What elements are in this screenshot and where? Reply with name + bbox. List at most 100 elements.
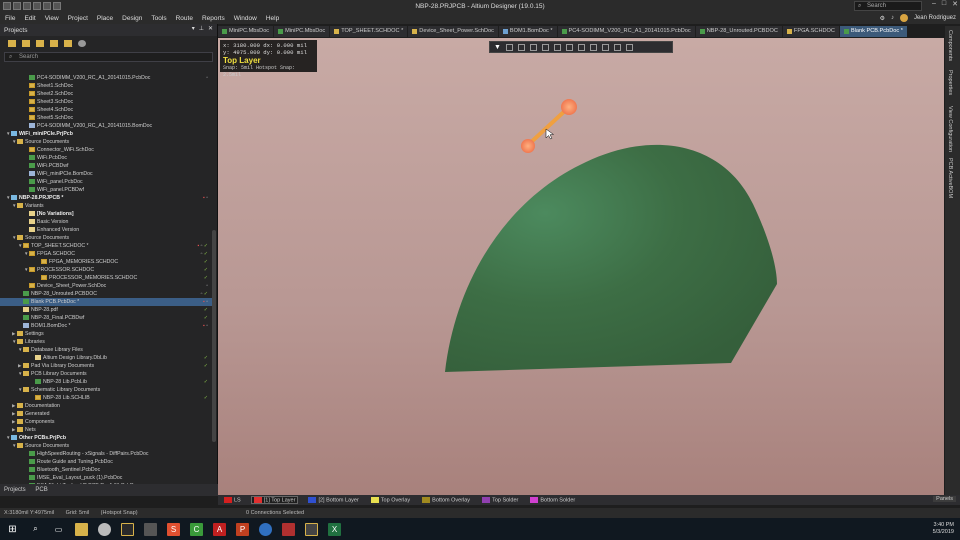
bell-icon[interactable]: ♪ (891, 15, 894, 21)
pcb-3d-view[interactable]: x: 3180.000 dx: 0.000 mil y: 4975.000 dy… (218, 38, 944, 495)
tree-item[interactable]: Route Guide and Tuning.PcbDoc (0, 458, 212, 466)
tree-item[interactable]: Basic Version (0, 218, 212, 226)
tree-item[interactable]: WiFi_miniPCIe.BomDoc (0, 170, 212, 178)
system-clock[interactable]: 3:40 PM 5/3/2019 (933, 522, 954, 536)
redo-icon[interactable] (53, 2, 61, 10)
tree-item[interactable]: ▶ Documentation (0, 402, 212, 410)
panel-tab-pcb[interactable]: PCB (35, 487, 47, 493)
tree-item[interactable]: PC4-SODIMM_V200_RC_A1_20141015.PcbDoc ▫ (0, 74, 212, 82)
tree-item[interactable]: ▶ Settings (0, 330, 212, 338)
tree-item[interactable]: ▼ Source Documents (0, 442, 212, 450)
layer-tab[interactable]: [1] Top Layer (250, 495, 299, 505)
tree-item[interactable]: PC4-SODIMM_V200_RC_A1_20141015.BomDoc (0, 122, 212, 130)
app-red-icon[interactable] (282, 522, 295, 536)
tree-item[interactable]: Sheet2.SchDoc (0, 90, 212, 98)
tree-item[interactable]: ▶ Generated (0, 410, 212, 418)
tree-item[interactable]: ▼ Source Documents (0, 234, 212, 242)
gear-icon[interactable]: ⚙ (880, 15, 885, 22)
tree-item[interactable]: ▶ Pad Via Library Documents ✓ (0, 362, 212, 370)
document-tab[interactable]: PC4-SODIMM_V200_RC_A1_20141015.PcbDoc (557, 26, 695, 37)
save-all-icon[interactable] (13, 2, 21, 10)
layer-tab[interactable]: LS (222, 496, 243, 503)
side-tab-pcb-activebom[interactable]: PCB ActiveBOM (947, 158, 953, 198)
powerpoint-icon[interactable]: P (236, 522, 249, 536)
menu-route[interactable]: Route (176, 15, 193, 22)
document-tab[interactable]: FPGA.SCHDOC (782, 26, 839, 37)
tree-item[interactable]: ▼ Libraries (0, 338, 212, 346)
tree-item[interactable]: Sheet1.SchDoc (0, 82, 212, 90)
tree-item[interactable]: WiFi.PcbDoc (0, 154, 212, 162)
layer-tab[interactable]: Top Overlay (369, 496, 412, 503)
pcb-board-shape[interactable] (445, 144, 777, 372)
app-c-icon[interactable]: C (190, 522, 203, 536)
document-tab[interactable]: MiniPC.MbsDoc (218, 26, 274, 37)
tree-item[interactable]: ▼ Other PCBs.PrjPcb (0, 434, 212, 442)
menu-view[interactable]: View (45, 15, 59, 22)
text-icon[interactable] (602, 43, 609, 51)
tree-item[interactable]: Device_Sheet_Power.SchDoc ▫ (0, 282, 212, 290)
document-tab[interactable]: MiniPC.MbsDoc (274, 26, 330, 37)
menu-project[interactable]: Project (68, 15, 88, 22)
open-folder-icon[interactable] (36, 39, 44, 47)
tree-item[interactable]: ▼ WiFi_miniPCIe.PrjPcb (0, 130, 212, 138)
line-icon[interactable] (614, 43, 621, 51)
layer-tab[interactable]: Bottom Overlay (420, 496, 472, 503)
document-tab[interactable]: Blank PCB.PcbDoc * (839, 26, 907, 37)
tree-item[interactable]: ▼ Source Documents (0, 138, 212, 146)
panels-button[interactable]: Panels (933, 496, 956, 502)
calculator-icon[interactable] (144, 522, 157, 536)
task-view-icon[interactable]: ▭ (52, 523, 65, 536)
tree-item[interactable]: WiFi_panel.PcbDoc (0, 178, 212, 186)
menu-tools[interactable]: Tools (151, 15, 166, 22)
tree-item[interactable]: ▼ PROCESSOR.SCHDOC ✓ (0, 266, 212, 274)
tree-item[interactable]: Connector_WiFi.SchDoc (0, 146, 212, 154)
tree-item[interactable]: HighSpeedRouting - xSignals - DiffPairs.… (0, 450, 212, 458)
side-tab-components[interactable]: Components (947, 30, 953, 61)
maximize-button[interactable]: □ (942, 0, 946, 8)
acrobat-icon[interactable]: A (213, 522, 226, 536)
windows-start-icon[interactable]: ⊞ (6, 523, 19, 536)
tree-item[interactable]: ▼ Schematic Library Documents (0, 386, 212, 394)
tree-item[interactable]: ▼ TOP_SHEET.SCHDOC * ▪ ▫ ✓ (0, 242, 212, 250)
align-icon[interactable] (530, 43, 537, 51)
tree-item[interactable]: NBP-28 Lib.PcbLib ✓ (0, 378, 212, 386)
tree-item[interactable]: ▼ NBP-28.PRJPCB * ▪ ▫ (0, 194, 212, 202)
panel-close-icon[interactable]: ✕ (208, 25, 213, 32)
filter-icon[interactable]: ▼ (494, 44, 501, 51)
altium-active-icon[interactable] (305, 522, 318, 536)
open-project-icon[interactable] (33, 2, 41, 10)
tree-item[interactable]: Bluetooth_Sentinel.PcbDoc (0, 466, 212, 474)
minimize-button[interactable]: – (932, 0, 936, 8)
select-icon[interactable] (506, 43, 513, 51)
polygon-icon[interactable] (578, 43, 585, 51)
panel-tab-projects[interactable]: Projects (4, 487, 26, 493)
close-button[interactable]: ✕ (952, 0, 958, 8)
tree-item[interactable]: ▼ Database Library Files (0, 346, 212, 354)
app-blue-icon[interactable] (259, 522, 272, 536)
avatar[interactable] (899, 14, 908, 22)
tree-item[interactable]: NBP-28_Unrouted.PCBDOC ▫ ✓ (0, 290, 212, 298)
close-folder-icon[interactable] (50, 39, 58, 47)
tree-item[interactable]: IMSE_Eval_Layout_puck (1).PcbDoc (0, 474, 212, 482)
via-component[interactable] (521, 99, 577, 153)
tree-item[interactable]: WiFi_panel.PCBDwf (0, 186, 212, 194)
menu-file[interactable]: File (5, 15, 15, 22)
tree-item[interactable]: Sheet3.SchDoc (0, 98, 212, 106)
file-explorer-icon[interactable] (75, 522, 88, 536)
tree-item[interactable]: [No Variations] (0, 210, 212, 218)
save-project-icon[interactable] (8, 39, 16, 47)
tree-item[interactable]: BOM1.BomDoc * ▪ ▫ (0, 322, 212, 330)
browser-icon[interactable] (98, 522, 111, 536)
menu-help[interactable]: Help (266, 15, 279, 22)
side-tab-view-configuration[interactable]: View Configuration (947, 106, 953, 152)
document-tab[interactable]: TOP_SHEET.SCHDOC * (330, 26, 408, 37)
menu-edit[interactable]: Edit (24, 15, 35, 22)
tree-item[interactable]: NBP-28.pdf ✓ (0, 306, 212, 314)
projects-search-input[interactable]: ⌕ Search (4, 52, 213, 62)
tree-item[interactable]: ▼ Variants (0, 202, 212, 210)
tree-item[interactable]: ▶ Nets (0, 426, 212, 434)
menu-place[interactable]: Place (97, 15, 113, 22)
global-search-input[interactable]: ⌕ Search (854, 1, 922, 11)
menu-design[interactable]: Design (122, 15, 142, 22)
app-s-icon[interactable]: S (167, 522, 180, 536)
